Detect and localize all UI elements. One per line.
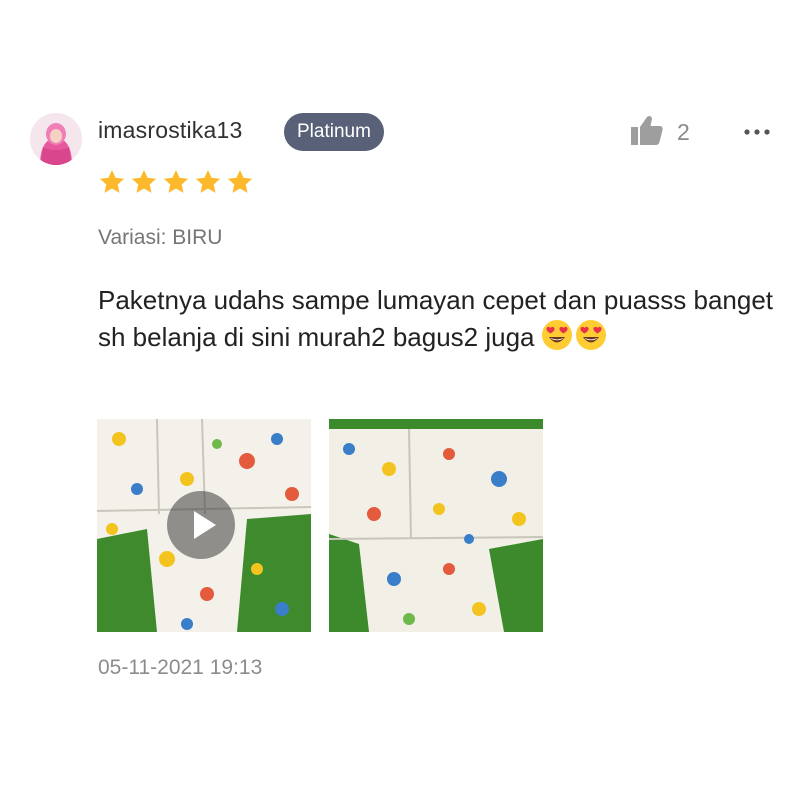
star-icon xyxy=(99,170,125,193)
comment-text: Paketnya udahs sampe lumayan cepet dan p… xyxy=(98,285,774,352)
user-avatar[interactable] xyxy=(30,113,82,165)
heart-eyes-emoji xyxy=(541,320,572,350)
review-card: imasrostika13 Platinum 2 Variasi: BIRU P… xyxy=(0,0,800,800)
heart-eyes-emoji xyxy=(575,320,606,350)
play-icon[interactable] xyxy=(167,491,235,559)
more-options-icon[interactable] xyxy=(742,112,772,142)
review-video-thumbnail[interactable] xyxy=(97,419,311,632)
like-count: 2 xyxy=(677,118,690,145)
like-button[interactable]: 2 xyxy=(631,115,690,150)
membership-badge: Platinum xyxy=(284,113,384,151)
star-icon xyxy=(163,170,189,193)
star-icon xyxy=(131,170,157,193)
star-rating xyxy=(98,168,254,196)
thumbs-up-icon xyxy=(631,115,663,150)
comment-emojis xyxy=(541,319,607,351)
review-timestamp: 05-11-2021 19:13 xyxy=(98,656,263,679)
review-comment: Paketnya udahs sampe lumayan cepet dan p… xyxy=(98,282,778,356)
star-icon xyxy=(227,170,253,193)
variation-label: Variasi: BIRU xyxy=(98,226,223,249)
star-icon xyxy=(195,170,221,193)
username[interactable]: imasrostika13 xyxy=(98,117,243,144)
review-photo-thumbnail[interactable] xyxy=(329,419,543,632)
